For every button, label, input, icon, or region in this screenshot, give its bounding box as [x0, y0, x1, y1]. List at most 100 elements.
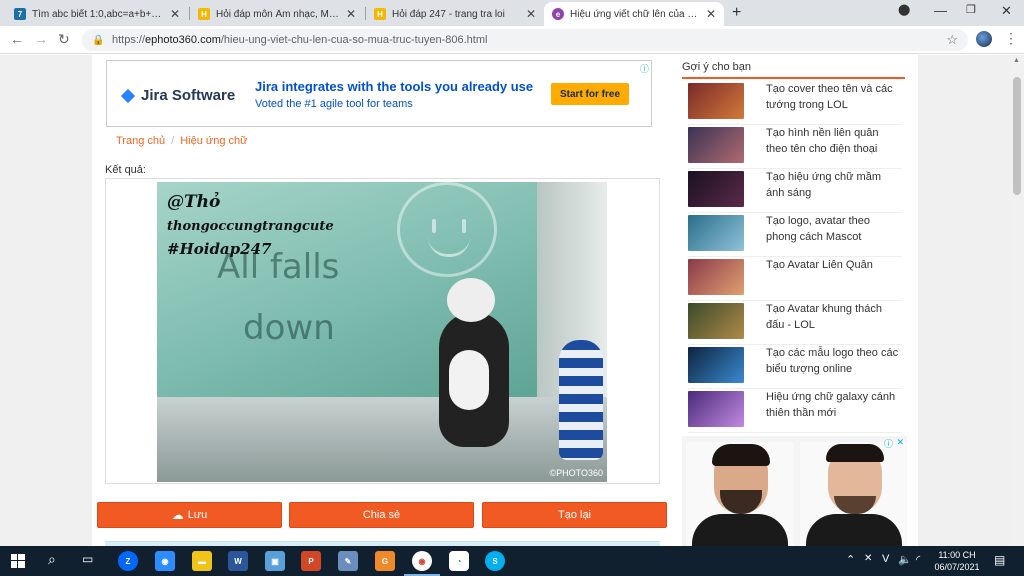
start-free-button[interactable]: Start for free	[551, 83, 629, 105]
profile-avatar[interactable]	[976, 31, 992, 47]
powerpoint-icon[interactable]: P	[301, 551, 321, 571]
reload-icon[interactable]: ↻	[58, 31, 70, 48]
sidebar-item[interactable]: Tạo Avatar Liên Quân	[688, 257, 902, 301]
sidebar-item[interactable]: Tạo Avatar khung thách đấu - LOL	[688, 301, 902, 345]
photos-icon[interactable]: ▣	[265, 551, 285, 571]
paint-icon[interactable]: ✎	[338, 551, 358, 571]
forward-icon[interactable]: →	[34, 31, 48, 47]
overlay-text-line3: #Hoidap247	[167, 240, 272, 258]
sidebar-item[interactable]: Hiệu ứng chữ galaxy cánh thiên thần mới	[688, 389, 902, 433]
sidebar-item[interactable]: Tạo hiệu ứng chữ mầm ánh sáng	[688, 169, 902, 213]
tray-chevron-icon[interactable]: ⌃	[846, 553, 855, 566]
result-image[interactable]: All falls down @Thỏ thongoccungtrangcute…	[157, 182, 607, 482]
breadcrumb: Trang chủ / Hiệu ứng chữ	[116, 135, 248, 147]
url-scheme: https://	[112, 34, 146, 46]
snip-icon[interactable]: G	[375, 551, 395, 571]
chrome-icon[interactable]: ◉	[412, 551, 432, 571]
url-path: /hieu-ung-viet-chu-len-cua-so-mua-truc-t…	[220, 34, 488, 46]
jira-diamond-icon	[120, 88, 136, 103]
result-label: Kết quả:	[105, 164, 146, 176]
adchoices-icon[interactable]: ⓘ	[884, 437, 893, 450]
zalo-icon[interactable]: Z	[118, 551, 138, 571]
tab-3[interactable]: H Hỏi đáp 247 - trang tra loi ✕	[366, 2, 544, 26]
vase	[559, 340, 603, 460]
sidebar-thumbnail	[688, 171, 744, 207]
sidebar-thumbnail	[688, 127, 744, 163]
sidebar-thumbnail	[688, 259, 744, 295]
sidebar-item-label: Tạo cover theo tên và các tướng trong LO…	[766, 83, 893, 111]
address-bar[interactable]: 🔒 https://ephoto360.com/hieu-ung-viet-ch…	[82, 29, 968, 51]
window-close-icon[interactable]: ✕	[1001, 3, 1012, 19]
tab-label: Hỏi đáp 247 - trang tra loi	[392, 8, 505, 20]
breadcrumb-current[interactable]: Hiệu ứng chữ	[180, 135, 247, 147]
bookmark-star-icon[interactable]: ☆	[946, 32, 958, 48]
close-icon[interactable]: ✕	[706, 7, 716, 21]
vivaldi-icon[interactable]: ◔	[449, 551, 469, 571]
file-explorer-icon[interactable]: ▬	[192, 551, 212, 571]
sidebar-item[interactable]: Tạo hình nền liên quân theo tên cho điện…	[688, 125, 902, 169]
new-tab-icon[interactable]: +	[732, 4, 741, 22]
sidebar-item[interactable]: Tạo các mẫu logo theo các biểu tượng onl…	[688, 345, 902, 389]
app-7-icon: 7	[14, 8, 26, 20]
back-icon[interactable]: ←	[10, 31, 24, 47]
sidebar-thumbnail	[688, 303, 744, 339]
breadcrumb-home[interactable]: Trang chủ	[116, 135, 165, 147]
sidebar-item-label: Tạo các mẫu logo theo các biểu tượng onl…	[766, 347, 899, 375]
jira-ad-banner[interactable]: Jira Software Jira integrates with the t…	[106, 60, 652, 127]
sidebar-thumbnail	[688, 83, 744, 119]
portrait-ad[interactable]: ⓘ ✕	[682, 436, 907, 546]
redo-button[interactable]: Tạo lại	[482, 502, 667, 528]
network-off-icon[interactable]: ✕	[864, 553, 872, 564]
sidebar-title: Gợi ý cho bạn	[682, 61, 751, 73]
sidebar-item-label: Tạo hình nền liên quân theo tên cho điện…	[766, 127, 879, 155]
close-icon[interactable]: ✕	[346, 7, 356, 21]
lock-icon: 🔒	[92, 34, 105, 46]
ad-close-icon[interactable]: ✕	[896, 437, 904, 448]
portrait-shirt	[692, 514, 788, 546]
main-content: Jira Software Jira integrates with the t…	[92, 55, 918, 546]
portrait-shirt	[806, 514, 902, 546]
window-sill	[157, 397, 607, 482]
portrait-beard	[834, 496, 876, 514]
system-clock[interactable]: 11:00 CH 06/07/2021	[932, 549, 982, 573]
ad-headline: Jira integrates with the tools you alrea…	[255, 79, 534, 94]
scroll-up-icon[interactable]: ▲	[1013, 57, 1020, 64]
sidebar-item[interactable]: Tạo cover theo tên và các tướng trong LO…	[688, 81, 902, 125]
smiley-drawing	[397, 182, 497, 277]
frost-text-line2: down	[243, 308, 335, 348]
sidebar-item-label: Hiệu ứng chữ galaxy cánh thiên thần mới	[766, 391, 896, 419]
input-language[interactable]: V	[882, 553, 889, 565]
adchoices-icon[interactable]: ⓘ	[640, 62, 649, 75]
minimize-icon[interactable]: —	[934, 3, 947, 18]
close-icon[interactable]: ✕	[170, 7, 180, 21]
tab-label: Hỏi đáp môn Âm nhạc, Mỹ thuật	[216, 8, 340, 20]
word-icon[interactable]: W	[228, 551, 248, 571]
restore-icon[interactable]: ❐	[966, 3, 976, 16]
zoom-icon[interactable]: ◉	[155, 551, 175, 571]
notification-icon[interactable]: ▤	[994, 553, 1005, 567]
share-button[interactable]: Chia sẻ	[289, 502, 474, 528]
page-viewport: Jira Software Jira integrates with the t…	[0, 55, 1024, 546]
task-view-icon[interactable]: ▭	[82, 552, 93, 566]
portrait-image	[800, 442, 907, 546]
sidebar-thumbnail	[688, 215, 744, 251]
skype-icon[interactable]: S	[485, 551, 505, 571]
sidebar-item-label: Tạo Avatar Liên Quân	[766, 259, 873, 271]
windows-start-icon[interactable]	[11, 554, 25, 568]
volume-icon[interactable]: 🔈	[898, 553, 912, 566]
search-icon[interactable]: ⌕	[48, 551, 56, 568]
page-scrollbar[interactable]: ▲	[1010, 55, 1024, 546]
wifi-icon[interactable]: ◜	[916, 553, 920, 566]
tab-4-active[interactable]: e Hiệu ứng viết chữ lên của sổ mư ✕	[544, 2, 724, 26]
sidebar-item-label: Tạo logo, avatar theo phong cách Mascot	[766, 215, 870, 243]
tab-2[interactable]: H Hỏi đáp môn Âm nhạc, Mỹ thuật ✕	[190, 2, 364, 26]
portrait-image	[686, 442, 794, 546]
tab-search-icon[interactable]: ⬤	[898, 3, 910, 16]
menu-icon[interactable]: ⋮	[1004, 30, 1018, 47]
save-button[interactable]: ☁ Lưu	[97, 502, 282, 528]
close-icon[interactable]: ✕	[526, 7, 536, 21]
scroll-thumb[interactable]	[1013, 77, 1021, 195]
sidebar-item[interactable]: Tạo logo, avatar theo phong cách Mascot	[688, 213, 902, 257]
tab-1[interactable]: 7 Tìm abc biết 1:0,abc=a+b+c - Ar ✕	[6, 2, 188, 26]
cat-patch	[449, 350, 489, 410]
